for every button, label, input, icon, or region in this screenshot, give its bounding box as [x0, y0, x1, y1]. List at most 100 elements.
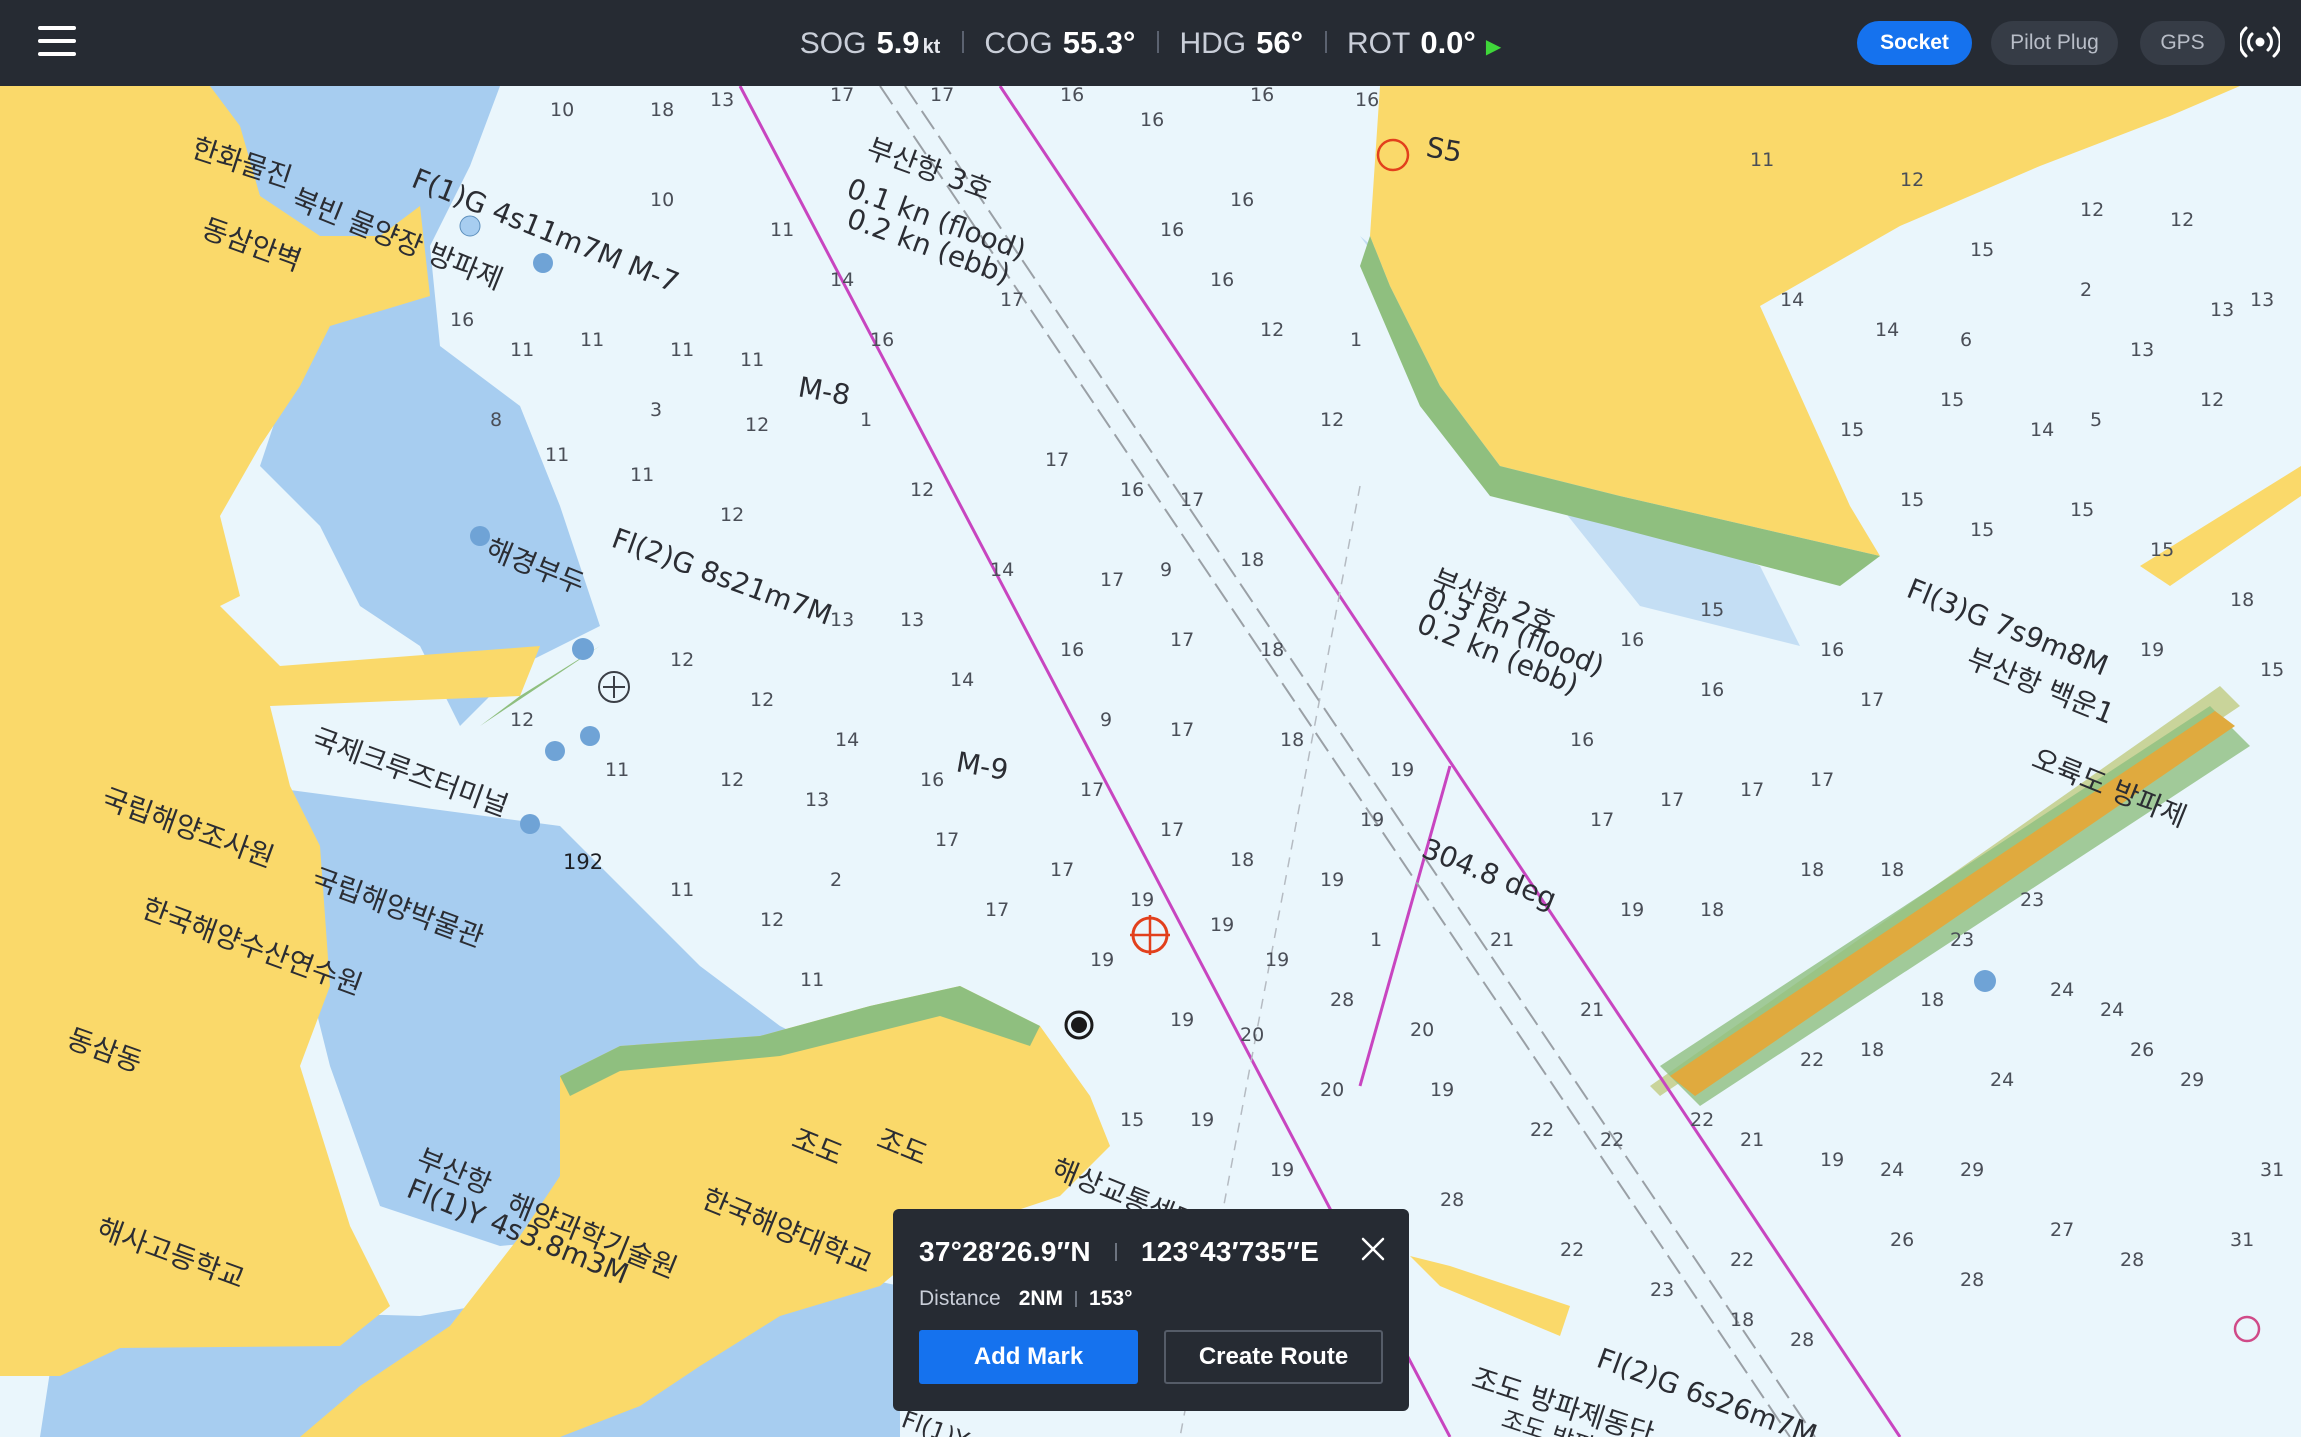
svg-text:14: 14 — [2030, 419, 2054, 441]
svg-text:20: 20 — [1410, 1019, 1434, 1041]
svg-text:24: 24 — [2100, 999, 2124, 1021]
svg-text:11: 11 — [770, 219, 794, 241]
svg-text:16: 16 — [1355, 89, 1379, 111]
svg-text:17: 17 — [1740, 779, 1764, 801]
cog-value: 55.3° — [1062, 25, 1136, 60]
svg-text:12: 12 — [1900, 169, 1924, 191]
svg-text:17: 17 — [1000, 289, 1024, 311]
svg-text:22: 22 — [1690, 1109, 1714, 1131]
svg-text:17: 17 — [1160, 819, 1184, 841]
svg-text:15: 15 — [1940, 389, 1964, 411]
svg-text:14: 14 — [1875, 319, 1899, 341]
rot-value: 0.0° — [1420, 25, 1476, 60]
svg-text:18: 18 — [1800, 859, 1824, 881]
svg-text:19: 19 — [1270, 1159, 1294, 1181]
svg-text:19: 19 — [1430, 1079, 1454, 1101]
svg-text:10: 10 — [650, 189, 674, 211]
hdg-readout: HDG 56° — [1157, 25, 1325, 61]
divider — [1075, 1291, 1078, 1307]
svg-text:12: 12 — [510, 709, 534, 731]
svg-text:18: 18 — [1230, 849, 1254, 871]
gps-button[interactable]: GPS — [2140, 21, 2225, 65]
svg-text:15: 15 — [1900, 489, 1924, 511]
svg-text:2: 2 — [830, 869, 842, 891]
svg-text:19: 19 — [2140, 639, 2164, 661]
svg-text:10: 10 — [550, 99, 574, 121]
svg-text:16: 16 — [1820, 639, 1844, 661]
rot-readout: ROT 0.0° ▶ — [1325, 25, 1523, 61]
svg-text:16: 16 — [1700, 679, 1724, 701]
svg-text:18: 18 — [1920, 989, 1944, 1011]
socket-button[interactable]: Socket — [1857, 21, 1972, 65]
svg-text:12: 12 — [1320, 409, 1344, 431]
divider — [1114, 1243, 1117, 1261]
svg-text:19: 19 — [1210, 914, 1234, 936]
svg-text:23: 23 — [1950, 929, 1974, 951]
svg-text:19: 19 — [1360, 809, 1384, 831]
svg-text:28: 28 — [2120, 1249, 2144, 1271]
svg-text:28: 28 — [1790, 1329, 1814, 1351]
svg-text:16: 16 — [1140, 109, 1164, 131]
svg-text:17: 17 — [1100, 569, 1124, 591]
svg-text:26: 26 — [1890, 1229, 1914, 1251]
svg-text:12: 12 — [2200, 389, 2224, 411]
svg-text:12: 12 — [2170, 209, 2194, 231]
crosshair-icon[interactable] — [598, 671, 630, 703]
svg-text:13: 13 — [830, 609, 854, 631]
svg-text:12: 12 — [720, 504, 744, 526]
svg-text:16: 16 — [1160, 219, 1184, 241]
svg-text:19: 19 — [1170, 1009, 1194, 1031]
svg-text:17: 17 — [1180, 489, 1204, 511]
svg-text:19: 19 — [1130, 889, 1154, 911]
svg-text:15: 15 — [2150, 539, 2174, 561]
svg-text:18: 18 — [1280, 729, 1304, 751]
svg-text:14: 14 — [830, 269, 854, 291]
svg-text:12: 12 — [750, 689, 774, 711]
rot-arrow-icon: ▶ — [1485, 36, 1502, 58]
svg-text:17: 17 — [930, 86, 954, 106]
svg-text:17: 17 — [1860, 689, 1884, 711]
coordinates-row: 37°28′26.9″N 123°43′735″E — [919, 1236, 1319, 1268]
svg-text:12: 12 — [910, 479, 934, 501]
sog-label: SOG — [799, 27, 867, 60]
svg-text:3: 3 — [650, 399, 662, 421]
svg-text:17: 17 — [1810, 769, 1834, 791]
svg-text:17: 17 — [935, 829, 959, 851]
svg-text:20: 20 — [1320, 1079, 1344, 1101]
svg-text:16: 16 — [1570, 729, 1594, 751]
svg-text:26: 26 — [2130, 1039, 2154, 1061]
svg-text:18: 18 — [2230, 589, 2254, 611]
close-icon[interactable] — [1359, 1235, 1387, 1263]
svg-text:19: 19 — [1320, 869, 1344, 891]
svg-text:S5: S5 — [1424, 130, 1465, 169]
latitude-value: 37°28′26.9″N — [919, 1236, 1091, 1267]
add-mark-button[interactable]: Add Mark — [919, 1330, 1138, 1384]
svg-text:23: 23 — [1650, 1279, 1674, 1301]
svg-text:8: 8 — [490, 409, 502, 431]
rot-label: ROT — [1347, 27, 1411, 60]
svg-text:11: 11 — [740, 349, 764, 371]
svg-text:18: 18 — [1700, 899, 1724, 921]
broadcast-icon[interactable] — [2240, 22, 2280, 62]
svg-text:12: 12 — [745, 414, 769, 436]
svg-text:17: 17 — [1050, 859, 1074, 881]
svg-text:15: 15 — [2260, 659, 2284, 681]
svg-text:15: 15 — [1840, 419, 1864, 441]
svg-text:11: 11 — [670, 879, 694, 901]
svg-text:29: 29 — [2180, 1069, 2204, 1091]
distance-row: Distance 2NM 153° — [919, 1287, 1132, 1311]
sog-readout: SOG 5.9 kt — [778, 25, 963, 61]
svg-text:19: 19 — [1190, 1109, 1214, 1131]
svg-text:17: 17 — [830, 86, 854, 106]
svg-text:11: 11 — [800, 969, 824, 991]
bearing-value: 153° — [1089, 1287, 1133, 1310]
svg-text:15: 15 — [2070, 499, 2094, 521]
svg-text:24: 24 — [2050, 979, 2074, 1001]
svg-text:20: 20 — [1240, 1024, 1264, 1046]
pilot-plug-button[interactable]: Pilot Plug — [1991, 21, 2118, 65]
position-info-popup: 37°28′26.9″N 123°43′735″E Distance 2NM 1… — [893, 1209, 1409, 1411]
svg-text:16: 16 — [1230, 189, 1254, 211]
svg-text:6: 6 — [1960, 329, 1972, 351]
create-route-button[interactable]: Create Route — [1164, 1330, 1383, 1384]
svg-text:16: 16 — [450, 309, 474, 331]
